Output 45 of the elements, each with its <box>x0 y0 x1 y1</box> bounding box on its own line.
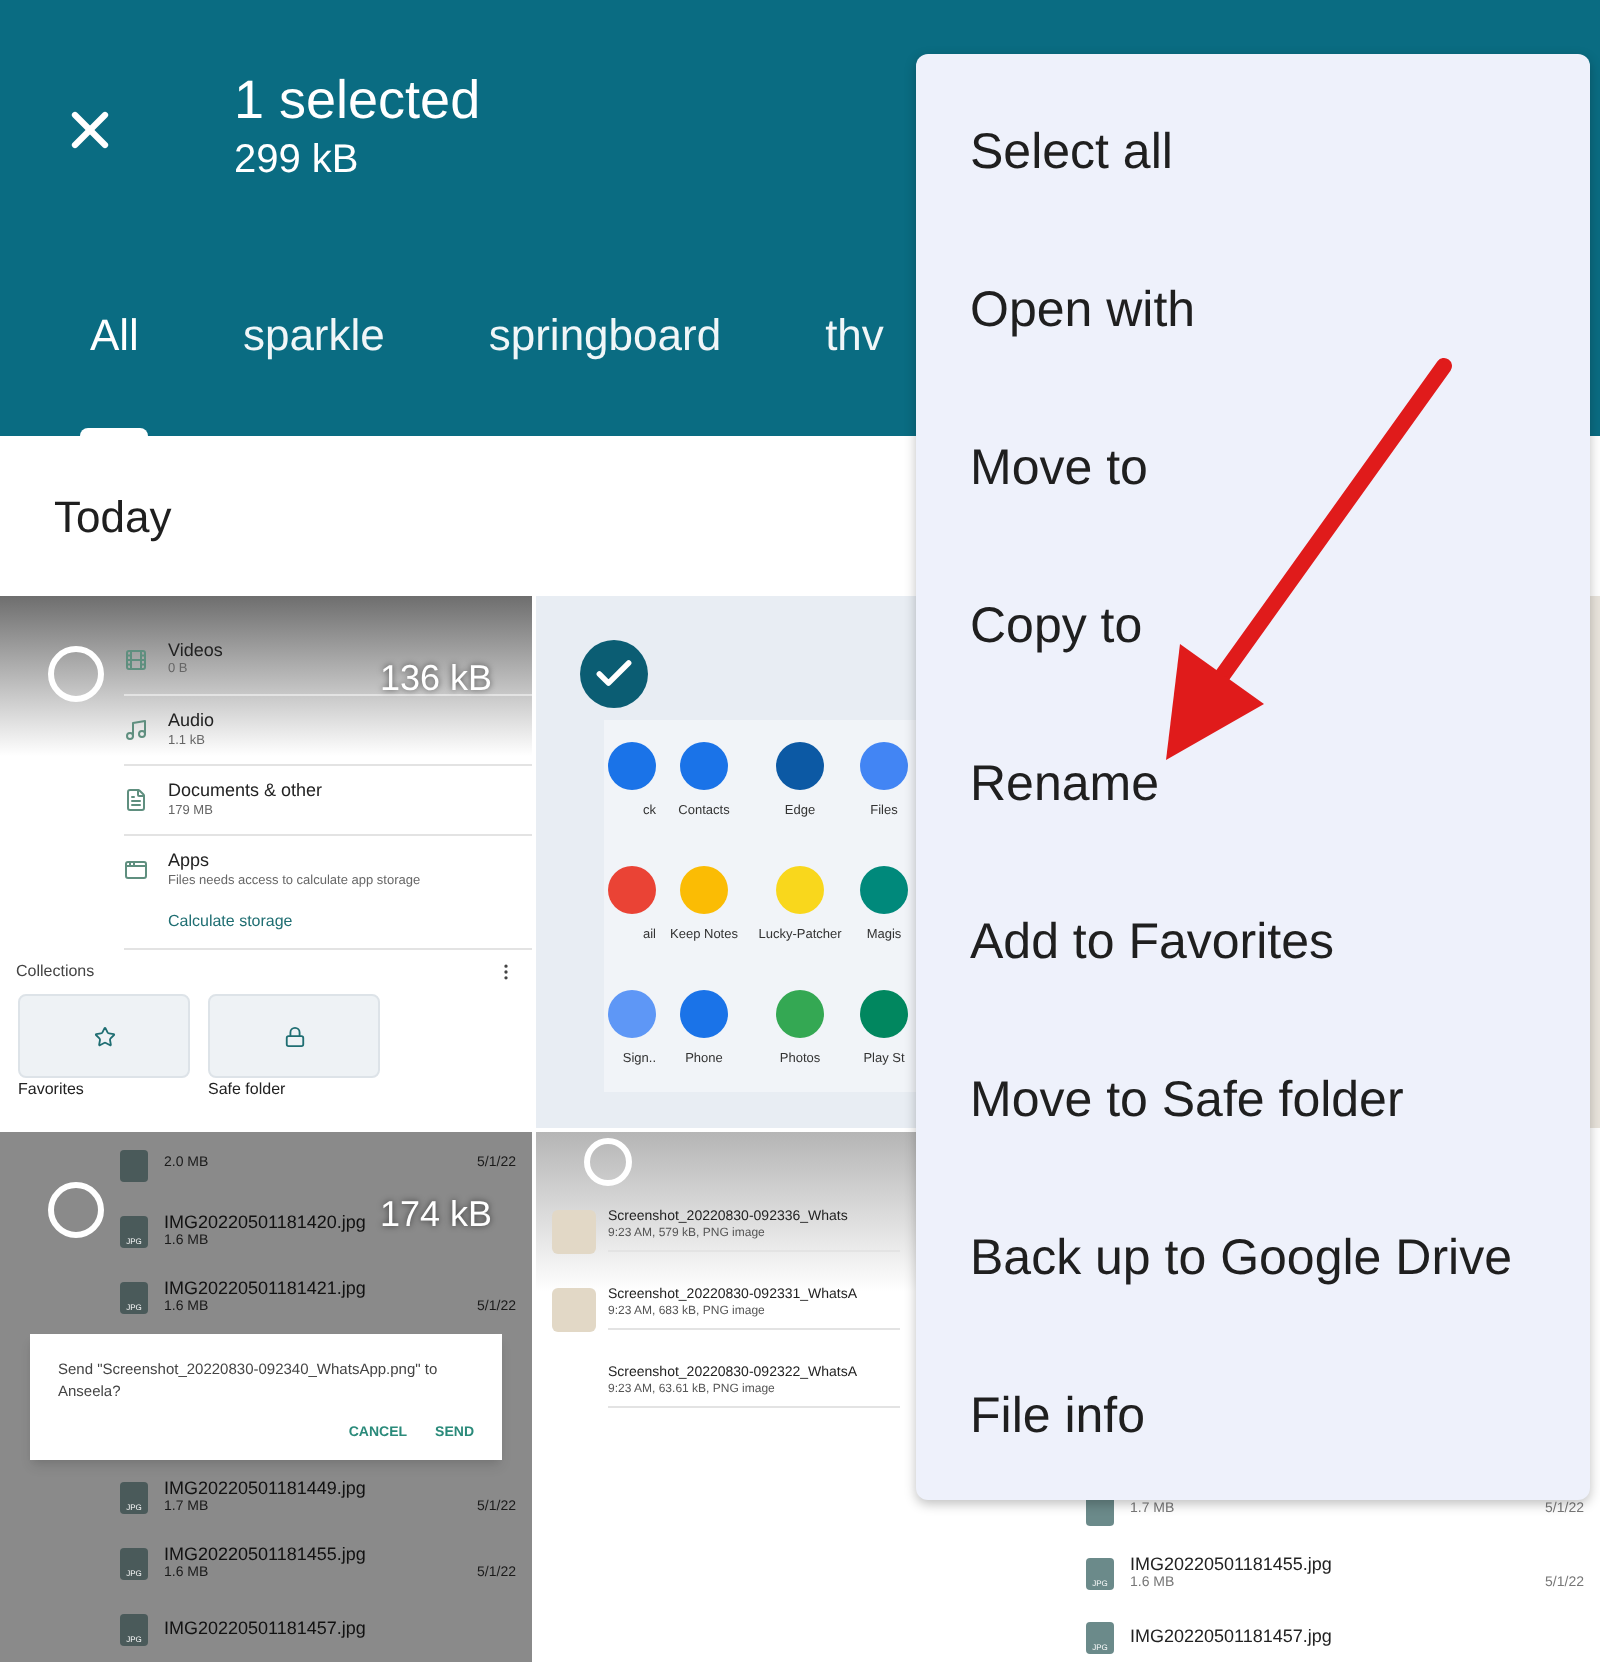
lock-icon <box>283 1025 305 1047</box>
filter-tab[interactable]: sparkle <box>192 260 435 436</box>
filter-tab[interactable]: All <box>40 260 189 436</box>
app-icon[interactable] <box>680 742 728 791</box>
jpg-file-icon <box>120 1149 148 1181</box>
file-name: IMG20220501181457.jpg <box>1130 1626 1332 1650</box>
selection-title: 1 selected <box>234 68 481 134</box>
calculate-storage-link[interactable]: Calculate storage <box>168 904 293 940</box>
window-icon <box>124 858 148 882</box>
section-heading: Today <box>54 489 172 546</box>
app-icon[interactable] <box>860 742 908 791</box>
category-name: Videos <box>168 639 223 663</box>
file-name: IMG20220501181449.jpg <box>164 1477 366 1500</box>
file-name: IMG20220501181421.jpg <box>164 1277 366 1300</box>
music-note-icon <box>124 718 148 742</box>
app-icon[interactable] <box>680 990 728 1039</box>
app-icon[interactable] <box>776 990 824 1039</box>
menu-item[interactable]: Back up to Google Drive <box>916 1180 1590 1338</box>
category-name: Apps <box>168 850 210 874</box>
document-icon <box>124 788 148 812</box>
file-size: 174 kB <box>379 1192 492 1238</box>
app-icon[interactable] <box>608 866 656 915</box>
file-name: IMG20220501181455.jpg <box>1130 1554 1332 1576</box>
selection-size: 299 kB <box>234 136 361 186</box>
app-icon[interactable] <box>776 742 824 791</box>
menu-item[interactable]: Select all <box>916 74 1590 232</box>
app-icon[interactable] <box>860 866 908 915</box>
app-icon[interactable] <box>608 990 656 1039</box>
filter-tab[interactable]: springboard <box>438 260 772 436</box>
file-name: IMG20220501181420.jpg <box>164 1211 366 1234</box>
collection-label: Safe folder <box>208 1080 288 1098</box>
star-icon <box>93 1025 115 1047</box>
app-icon[interactable] <box>860 990 908 1039</box>
file-name: IMG20220501181457.jpg <box>164 1617 366 1641</box>
category-name: Documents & other <box>168 780 323 804</box>
collections-heading: Collections <box>16 960 95 984</box>
category-name: Audio <box>168 710 215 734</box>
app-icon[interactable] <box>608 742 656 791</box>
file-size: 136 kB <box>379 656 492 702</box>
file-name: IMG20220501181455.jpg <box>164 1543 366 1566</box>
menu-item[interactable]: File info <box>916 1338 1590 1496</box>
file-list-screenshot[interactable] <box>0 1132 532 1662</box>
collection-label: Favorites <box>18 1080 86 1098</box>
film-icon <box>124 647 148 671</box>
tab-indicator <box>80 428 149 436</box>
